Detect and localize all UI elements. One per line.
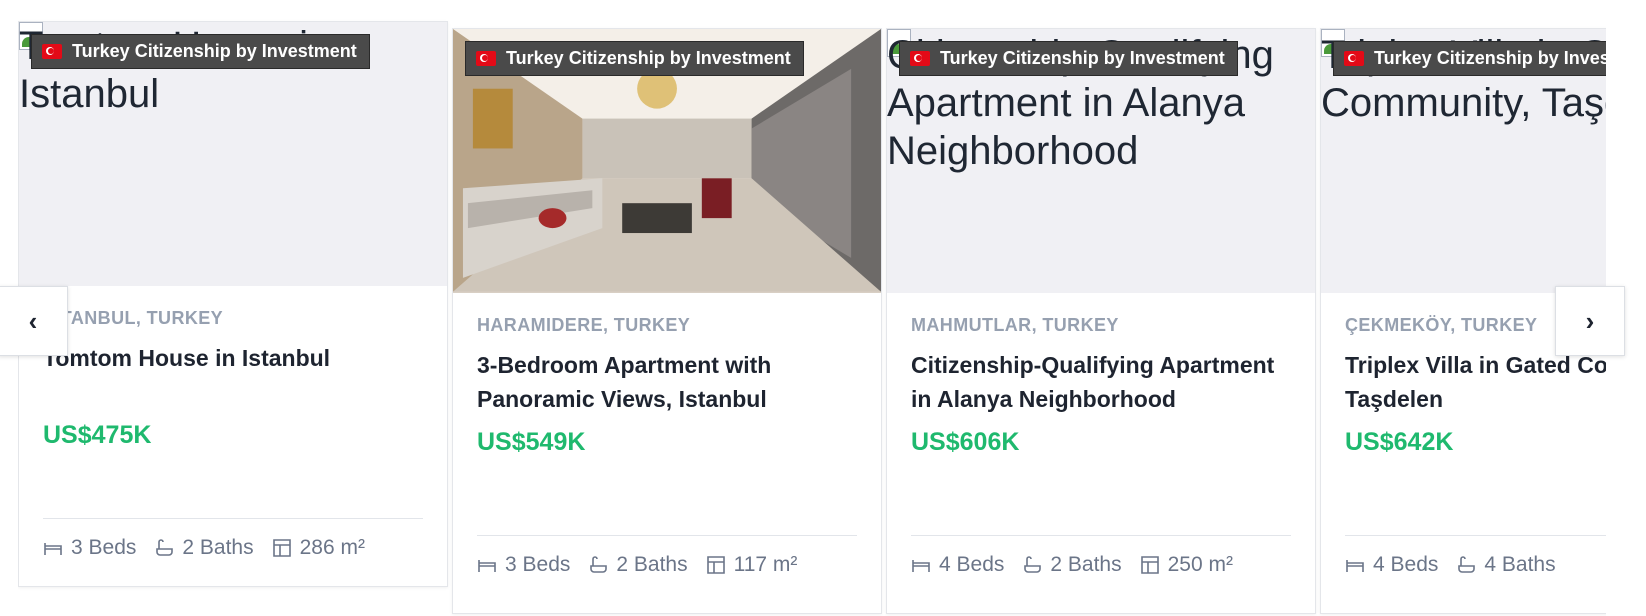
area-spec: 286 m²: [272, 536, 365, 560]
beds-spec: 3 Beds: [477, 553, 570, 577]
turkey-flag-icon: [476, 51, 496, 66]
baths-spec: 2 Baths: [1022, 553, 1122, 577]
card-divider: [1345, 535, 1606, 536]
badge-label: Turkey Citizenship by Investment: [1374, 48, 1606, 68]
card-divider: [911, 535, 1291, 536]
listing-specs: 4 Beds 4 Baths: [1345, 553, 1556, 577]
listing-title[interactable]: Tomtom House in Istanbul: [43, 341, 423, 409]
listing-specs: 3 Beds 2 Baths 286 m²: [43, 536, 365, 560]
listing-title[interactable]: 3-Bedroom Apartment with Panoramic Views…: [477, 348, 857, 416]
card-divider: [43, 518, 423, 519]
bed-icon: [1346, 560, 1364, 572]
listing-price: US$549K: [477, 428, 586, 456]
bath-icon: [156, 539, 174, 556]
bath-icon: [1458, 556, 1476, 573]
listing-image[interactable]: Turkey Citizenship by Investment: [453, 29, 881, 293]
listing-price: US$606K: [911, 428, 1020, 456]
listing-specs: 3 Beds 2 Baths 117 m²: [477, 553, 797, 577]
carousel-next-button[interactable]: ›: [1555, 286, 1625, 356]
citizenship-badge: Turkey Citizenship by Investment: [1333, 41, 1606, 76]
listing-location: MAHMUTLAR, TURKEY: [911, 315, 1119, 335]
carousel-track: Tomtom House in Istanbul Turkey Citizens…: [18, 0, 1606, 616]
turkey-flag-icon: [42, 44, 62, 59]
bed-icon: [912, 560, 930, 572]
area-icon: [272, 539, 291, 557]
card-divider: [477, 535, 857, 536]
listing-image[interactable]: Citizenship-Qualifying Apartment in Alan…: [887, 29, 1315, 293]
baths-spec: 2 Baths: [588, 553, 688, 577]
bed-icon: [478, 560, 496, 572]
listing-carousel: Tomtom House in Istanbul Turkey Citizens…: [0, 0, 1646, 616]
listing-image[interactable]: Triplex Villa in Gated Community, Taşdel…: [1321, 29, 1606, 293]
listing-card[interactable]: Tomtom House in Istanbul Turkey Citizens…: [18, 21, 448, 587]
beds-label: 3 Beds: [505, 553, 571, 576]
citizenship-badge: Turkey Citizenship by Investment: [899, 41, 1238, 76]
baths-label: 4 Baths: [1484, 553, 1556, 576]
baths-spec: 2 Baths: [154, 536, 254, 560]
bed-icon: [44, 543, 62, 555]
area-spec: 250 m²: [1140, 553, 1233, 577]
listing-specs: 4 Beds 2 Baths 250 m²: [911, 553, 1233, 577]
listing-location: ISTANBUL, TURKEY: [43, 308, 224, 328]
listing-image[interactable]: Tomtom House in Istanbul Turkey Citizens…: [19, 22, 447, 286]
badge-label: Turkey Citizenship by Investment: [72, 41, 357, 61]
citizenship-badge: Turkey Citizenship by Investment: [31, 34, 370, 69]
beds-label: 3 Beds: [71, 536, 137, 559]
carousel-prev-button[interactable]: ‹: [0, 286, 68, 356]
badge-label: Turkey Citizenship by Investment: [940, 48, 1225, 68]
bath-icon: [590, 556, 608, 573]
listing-title[interactable]: Triplex Villa in Gated Community, Taşdel…: [1345, 348, 1606, 416]
area-icon: [706, 556, 725, 574]
area-label: 250 m²: [1167, 553, 1233, 576]
turkey-flag-icon: [910, 51, 930, 66]
bath-icon: [1024, 556, 1042, 573]
listing-price: US$475K: [43, 421, 152, 449]
listing-title[interactable]: Citizenship-Qualifying Apartment in Alan…: [911, 348, 1291, 416]
beds-spec: 3 Beds: [43, 536, 136, 560]
listing-card[interactable]: Citizenship-Qualifying Apartment in Alan…: [886, 28, 1316, 614]
area-label: 286 m²: [299, 536, 365, 559]
badge-label: Turkey Citizenship by Investment: [506, 48, 791, 68]
beds-label: 4 Beds: [1373, 553, 1439, 576]
area-icon: [1140, 556, 1159, 574]
beds-spec: 4 Beds: [911, 553, 1004, 577]
baths-label: 2 Baths: [182, 536, 254, 559]
baths-label: 2 Baths: [616, 553, 688, 576]
listing-card[interactable]: Turkey Citizenship by Investment HARAMID…: [452, 28, 882, 614]
beds-label: 4 Beds: [939, 553, 1005, 576]
area-spec: 117 m²: [706, 553, 798, 577]
beds-spec: 4 Beds: [1345, 553, 1438, 577]
listing-price: US$642K: [1345, 428, 1454, 456]
baths-spec: 4 Baths: [1456, 553, 1556, 577]
listing-location: HARAMIDERE, TURKEY: [477, 315, 691, 335]
citizenship-badge: Turkey Citizenship by Investment: [465, 41, 804, 76]
baths-label: 2 Baths: [1050, 553, 1122, 576]
area-label: 117 m²: [733, 553, 798, 576]
turkey-flag-icon: [1344, 51, 1364, 66]
